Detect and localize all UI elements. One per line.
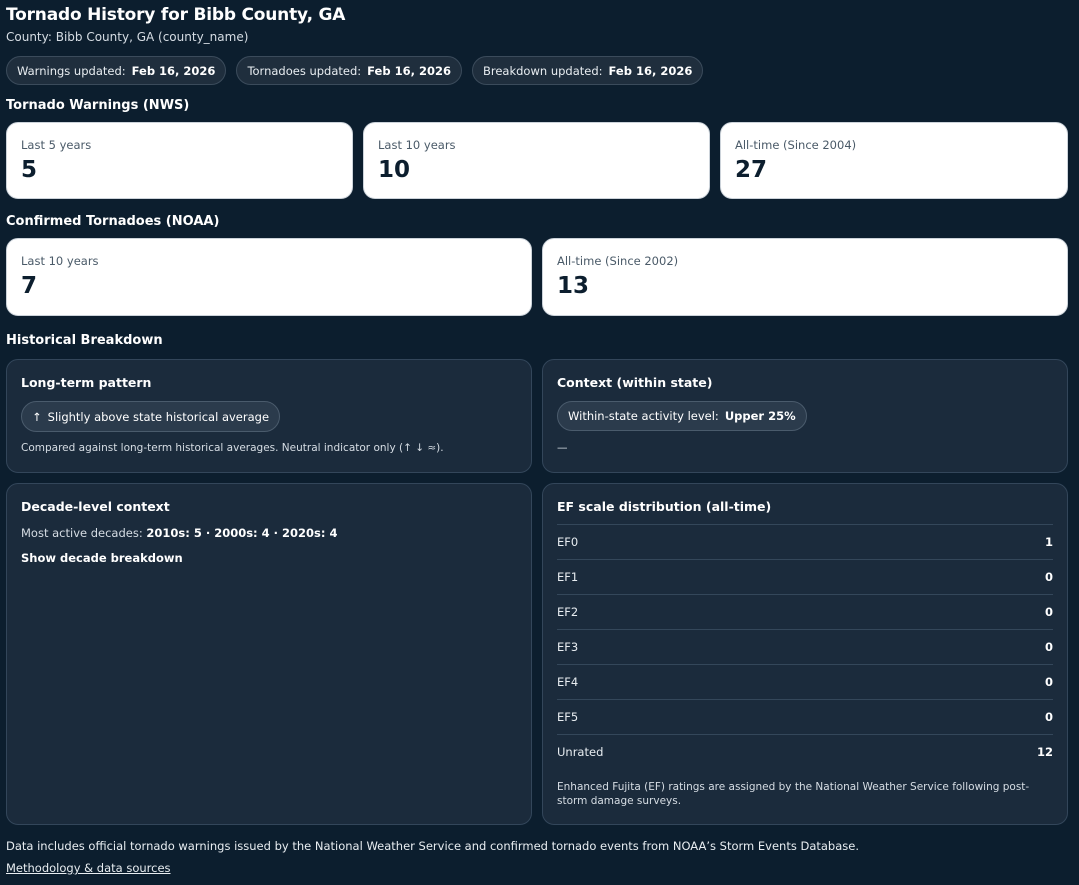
ef-label: Unrated bbox=[557, 745, 604, 759]
card-label: Last 10 years bbox=[378, 138, 456, 152]
ef-count: 0 bbox=[1044, 605, 1053, 619]
breakdown-heading: Historical Breakdown bbox=[6, 333, 163, 348]
pill-label: Warnings updated: bbox=[17, 63, 126, 78]
warnings-card-10yr: Last 10 years 10 bbox=[363, 122, 710, 199]
pill-label: Breakdown updated: bbox=[482, 63, 603, 78]
context-dash: — bbox=[557, 442, 568, 454]
card-label: All-time (Since 2002) bbox=[557, 254, 679, 268]
pattern-note: Compared against long-term historical av… bbox=[21, 442, 444, 454]
ef-row: EF3 0 bbox=[557, 629, 1053, 664]
warnings-updated-pill: Warnings updated: Feb 16, 2026 bbox=[6, 56, 227, 85]
breakdown-updated-pill: Breakdown updated: Feb 16, 2026 bbox=[471, 56, 704, 85]
decades-values: 2010s: 5 · 2000s: 4 · 2020s: 4 bbox=[146, 526, 338, 540]
ef-label: EF1 bbox=[557, 570, 579, 584]
methodology-link[interactable]: Methodology & data sources bbox=[6, 861, 171, 875]
warnings-card-5yr: Last 5 years 5 bbox=[6, 122, 353, 199]
card-value: 10 bbox=[378, 157, 411, 183]
ef-label: EF0 bbox=[557, 535, 579, 549]
ef-row: EF5 0 bbox=[557, 699, 1053, 734]
tornadoes-card-10yr: Last 10 years 7 bbox=[6, 238, 532, 316]
ef-count: 1 bbox=[1044, 535, 1053, 549]
tornadoes-heading: Confirmed Tornadoes (NOAA) bbox=[6, 214, 220, 229]
ef-row: EF1 0 bbox=[557, 559, 1053, 594]
card-label: Last 5 years bbox=[21, 138, 92, 152]
ef-label: EF5 bbox=[557, 710, 579, 724]
ef-label: EF2 bbox=[557, 605, 579, 619]
pill-value: Feb 16, 2026 bbox=[367, 63, 451, 78]
chip-value: Upper 25% bbox=[724, 409, 796, 423]
ef-count: 0 bbox=[1044, 570, 1053, 584]
ef-count: 0 bbox=[1044, 710, 1053, 724]
ef-note: Enhanced Fujita (EF) ratings are assigne… bbox=[557, 781, 1030, 807]
ef-label: EF3 bbox=[557, 640, 579, 654]
card-value: 7 bbox=[21, 273, 38, 299]
warnings-heading: Tornado Warnings (NWS) bbox=[6, 98, 190, 113]
tornadoes-card-alltime: All-time (Since 2002) 13 bbox=[542, 238, 1068, 316]
ef-row: EF4 0 bbox=[557, 664, 1053, 699]
card-value: 27 bbox=[735, 157, 768, 183]
state-context-panel: Context (within state) Within-state acti… bbox=[542, 359, 1068, 473]
decades-prefix: Most active decades: bbox=[21, 526, 143, 540]
up-arrow-icon: ↑ bbox=[32, 409, 42, 424]
pattern-text: Slightly above state historical average bbox=[47, 409, 270, 424]
county-subtitle: County: Bibb County, GA (county_name) bbox=[6, 30, 249, 44]
pill-label: Tornadoes updated: bbox=[247, 63, 362, 78]
decade-context-panel: Decade-level context Most active decades… bbox=[6, 483, 532, 825]
ef-distribution-panel: EF scale distribution (all-time) EF0 1 E… bbox=[542, 483, 1068, 825]
ef-count: 0 bbox=[1044, 640, 1053, 654]
panel-title: Decade-level context bbox=[21, 499, 170, 514]
ef-row: EF2 0 bbox=[557, 594, 1053, 629]
ef-label: EF4 bbox=[557, 675, 579, 689]
ef-count: 12 bbox=[1036, 745, 1053, 759]
pill-value: Feb 16, 2026 bbox=[608, 63, 693, 78]
page-title: Tornado History for Bibb County, GA bbox=[6, 5, 346, 25]
chip-label: Within-state activity level: bbox=[568, 409, 719, 423]
card-label: Last 10 years bbox=[21, 254, 99, 268]
footer-text: Data includes official tornado warnings … bbox=[6, 839, 859, 853]
pattern-chip: ↑ Slightly above state historical averag… bbox=[21, 401, 281, 432]
show-decade-breakdown-button[interactable]: Show decade breakdown bbox=[21, 551, 183, 565]
ef-list: EF0 1 EF1 0 EF2 0 EF3 0 EF4 0 EF5 0 Unra… bbox=[557, 524, 1053, 769]
long-term-pattern-panel: Long-term pattern ↑ Slightly above state… bbox=[6, 359, 532, 473]
card-value: 5 bbox=[21, 157, 38, 183]
update-pills: Warnings updated: Feb 16, 2026 Tornadoes… bbox=[6, 56, 704, 85]
card-value: 13 bbox=[557, 273, 590, 299]
ef-count: 0 bbox=[1044, 675, 1053, 689]
pill-value: Feb 16, 2026 bbox=[131, 63, 216, 78]
panel-title: EF scale distribution (all-time) bbox=[557, 499, 772, 514]
activity-level-chip: Within-state activity level: Upper 25% bbox=[557, 401, 807, 431]
warnings-card-alltime: All-time (Since 2004) 27 bbox=[720, 122, 1068, 199]
most-active-decades: Most active decades: 2010s: 5 · 2000s: 4… bbox=[21, 526, 338, 540]
panel-title: Context (within state) bbox=[557, 375, 713, 390]
ef-row: Unrated 12 bbox=[557, 734, 1053, 769]
panel-title: Long-term pattern bbox=[21, 375, 152, 390]
ef-row: EF0 1 bbox=[557, 524, 1053, 559]
card-label: All-time (Since 2004) bbox=[735, 138, 857, 152]
tornadoes-updated-pill: Tornadoes updated: Feb 16, 2026 bbox=[236, 56, 462, 85]
